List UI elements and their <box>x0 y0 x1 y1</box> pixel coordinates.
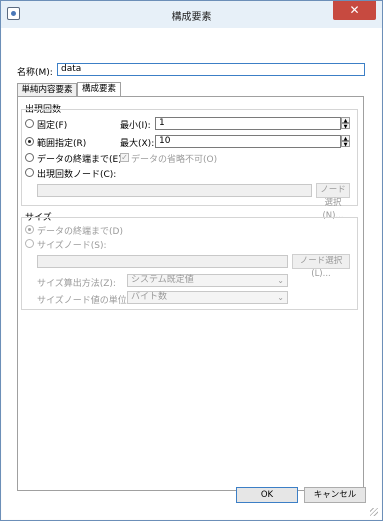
dialog-content: 名称(M): data 単純内容要素 構成要素 出現回数 固定(F) 最小(I)… <box>2 28 381 519</box>
chevron-down-icon: ⌄ <box>277 276 284 285</box>
occurrence-node-label: 出現回数ノード(C): <box>37 170 117 180</box>
omit-label: データの省略不可(O) <box>131 155 218 165</box>
size-node-input[interactable] <box>37 255 288 268</box>
min-spinner[interactable]: ▲ ▼ <box>341 117 350 130</box>
size-node-radio[interactable] <box>25 239 34 248</box>
min-input[interactable]: 1 <box>155 117 341 130</box>
min-label: 最小(I): <box>120 121 151 131</box>
calc-method-value: システム既定値 <box>131 275 194 285</box>
occurrence-node-radio[interactable] <box>25 168 34 177</box>
tab-simple-content-element[interactable]: 単純内容要素 <box>17 83 77 97</box>
resize-grip-icon[interactable] <box>370 508 378 516</box>
max-spinner[interactable]: ▲ ▼ <box>341 135 350 148</box>
spin-down-icon[interactable]: ▼ <box>341 141 350 148</box>
chevron-down-icon: ⌄ <box>277 293 284 302</box>
until-end-label: データの終端まで(E) <box>37 155 122 165</box>
cancel-button[interactable]: キャンセル <box>304 487 366 503</box>
calc-method-select[interactable]: システム既定値 ⌄ <box>127 274 288 287</box>
fixed-label: 固定(F) <box>37 121 68 131</box>
calc-method-label: サイズ算出方法(Z): <box>37 279 116 289</box>
dialog-window: 構成要素 ✕ 名称(M): data 単純内容要素 構成要素 出現回数 固定(F… <box>0 0 383 521</box>
range-label: 範囲指定(R) <box>37 139 87 149</box>
occurrence-node-input[interactable] <box>37 184 312 197</box>
spin-down-icon[interactable]: ▼ <box>341 123 350 130</box>
size-until-end-radio[interactable] <box>25 225 34 234</box>
tab-composite-element[interactable]: 構成要素 <box>77 82 121 97</box>
name-input[interactable]: data <box>57 63 365 76</box>
unit-select[interactable]: バイト数 ⌄ <box>127 291 288 304</box>
max-input[interactable]: 10 <box>155 135 341 148</box>
name-label: 名称(M): <box>17 68 53 78</box>
size-node-select-button[interactable]: ノード選択(L)... <box>292 254 350 279</box>
range-radio[interactable] <box>25 137 34 146</box>
unit-value: バイト数 <box>131 292 168 302</box>
size-until-end-label: データの終端まで(D) <box>37 227 123 237</box>
occurrence-node-select-button[interactable]: ノード選択(N)... <box>316 183 350 221</box>
max-label: 最大(X): <box>120 139 155 149</box>
fixed-radio[interactable] <box>25 119 34 128</box>
title-bar[interactable]: 構成要素 ✕ <box>1 1 382 28</box>
window-title: 構成要素 <box>171 12 212 23</box>
size-node-label: サイズノード(S): <box>37 241 107 251</box>
until-end-radio[interactable] <box>25 153 34 162</box>
ok-button[interactable]: OK <box>236 487 298 503</box>
omit-checkbox[interactable]: ✓ <box>120 153 129 162</box>
close-button[interactable]: ✕ <box>333 1 376 20</box>
